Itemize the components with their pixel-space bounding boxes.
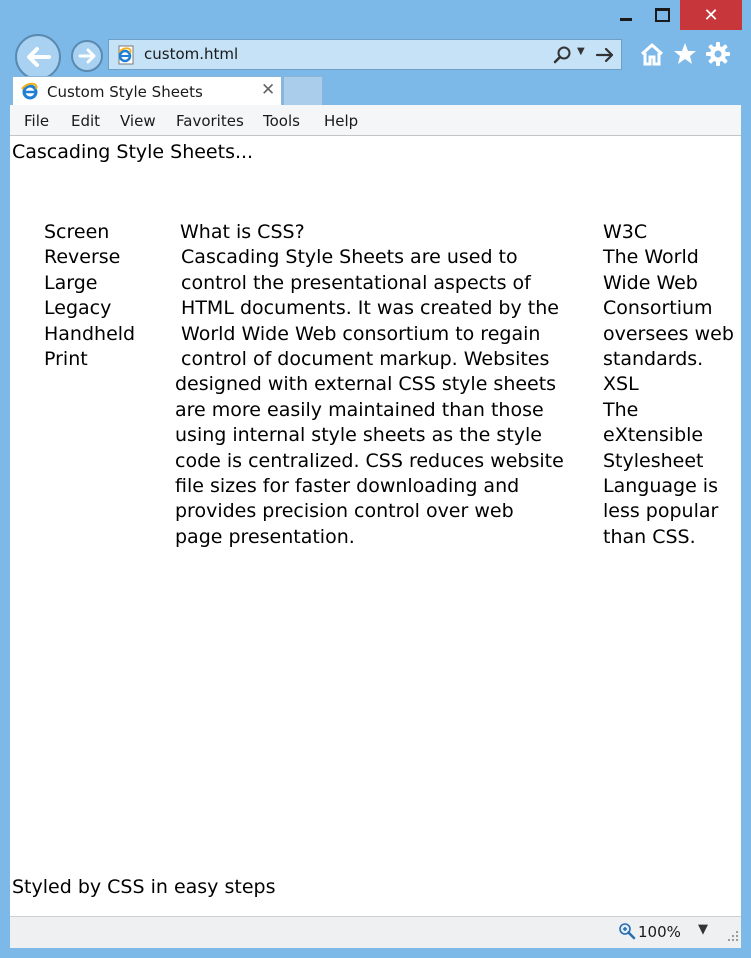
address-bar[interactable]: custom.html ▼ [108, 39, 622, 70]
article-line: control of document markup. Websites [175, 348, 550, 371]
article-line: control the presentational aspects of [175, 271, 531, 294]
nav-item-print[interactable]: Print [44, 347, 135, 372]
zoom-icon[interactable] [618, 922, 636, 940]
main-article: What is CSS? Cascading Style Sheets are … [175, 220, 564, 550]
w3c-title: W3C [603, 221, 648, 243]
style-nav: Screen Reverse Large Legacy Handheld Pri… [44, 220, 135, 372]
nav-item-reverse[interactable]: Reverse [44, 245, 135, 270]
status-bar: 100% ▼ [10, 916, 741, 948]
xsl-title: XSL [603, 373, 639, 396]
browser-window: ✕ custom.html ▼ Custom Style Sheets ✕ Fi… [0, 0, 751, 958]
menu-bar: File Edit View Favorites Tools Help [10, 105, 741, 136]
forward-button[interactable] [71, 40, 103, 72]
back-button[interactable] [15, 34, 61, 80]
w3c-line: standards. [603, 348, 704, 371]
article-line: provides precision control over web [175, 500, 514, 523]
w3c-line: Wide Web [603, 271, 698, 294]
article-line: page presentation. [175, 525, 355, 548]
resize-grip-icon[interactable] [728, 931, 738, 941]
page-heading: Cascading Style Sheets... [12, 141, 254, 163]
menu-help[interactable]: Help [324, 112, 358, 130]
article-title: What is CSS? [180, 221, 305, 243]
article-line: Cascading Style Sheets are used to [175, 246, 518, 269]
w3c-line: oversees web [603, 322, 734, 345]
page-content: Cascading Style Sheets... Screen Reverse… [10, 136, 741, 916]
w3c-line: Consortium [603, 297, 713, 320]
nav-item-legacy[interactable]: Legacy [44, 296, 135, 321]
new-tab-button[interactable] [283, 76, 323, 105]
menu-favorites[interactable]: Favorites [176, 112, 244, 130]
page-footer: Styled by CSS in easy steps [12, 876, 276, 898]
article-line: using internal style sheets as the style [175, 424, 542, 447]
search-icon[interactable] [553, 45, 573, 65]
url-text: custom.html [144, 45, 239, 63]
xsl-line: than CSS. [603, 525, 696, 548]
ie-logo-icon [21, 82, 38, 100]
xsl-line: The [603, 398, 639, 421]
tab-title: Custom Style Sheets [47, 83, 203, 101]
nav-item-large[interactable]: Large [44, 271, 135, 296]
minimize-button[interactable] [606, 0, 646, 30]
xsl-line: eXtensible [603, 424, 704, 447]
zoom-level[interactable]: 100% [638, 923, 681, 941]
go-arrow-icon[interactable] [594, 44, 616, 66]
sidebar-notes: W3C The World Wide Web Consortium overse… [603, 220, 734, 550]
menu-file[interactable]: File [24, 112, 49, 130]
search-dropdown-icon[interactable]: ▼ [577, 46, 585, 57]
maximize-button[interactable] [644, 0, 680, 30]
article-line: are more easily maintained than those [175, 398, 544, 421]
forward-arrow-icon [78, 48, 96, 64]
home-icon[interactable] [638, 40, 666, 68]
nav-item-handheld[interactable]: Handheld [44, 322, 135, 347]
xsl-line: Stylesheet [603, 449, 704, 472]
close-icon: ✕ [703, 4, 719, 26]
close-window-button[interactable]: ✕ [680, 0, 742, 30]
zoom-dropdown-icon[interactable]: ▼ [698, 922, 708, 937]
article-line: HTML documents. It was created by the [175, 297, 559, 320]
article-line: code is centralized. CSS reduces website [175, 449, 564, 472]
nav-item-screen[interactable]: Screen [44, 220, 135, 245]
article-line: World Wide Web consortium to regain [175, 322, 541, 345]
menu-view[interactable]: View [120, 112, 156, 130]
minimize-icon [620, 17, 632, 21]
gear-icon[interactable] [704, 40, 732, 68]
w3c-line: The World [603, 246, 699, 269]
ie-page-icon [118, 45, 134, 65]
star-icon[interactable] [671, 40, 699, 68]
close-tab-icon[interactable]: ✕ [261, 80, 275, 100]
menu-tools[interactable]: Tools [263, 112, 300, 130]
back-arrow-icon [27, 47, 51, 67]
tab-custom-style-sheets[interactable]: Custom Style Sheets ✕ [12, 76, 282, 105]
maximize-icon [654, 8, 670, 22]
xsl-line: Language is [603, 475, 718, 498]
article-line: designed with external CSS style sheets [175, 373, 557, 396]
article-line: file sizes for faster downloading and [175, 475, 520, 498]
xsl-line: less popular [603, 500, 719, 523]
menu-edit[interactable]: Edit [71, 112, 100, 130]
